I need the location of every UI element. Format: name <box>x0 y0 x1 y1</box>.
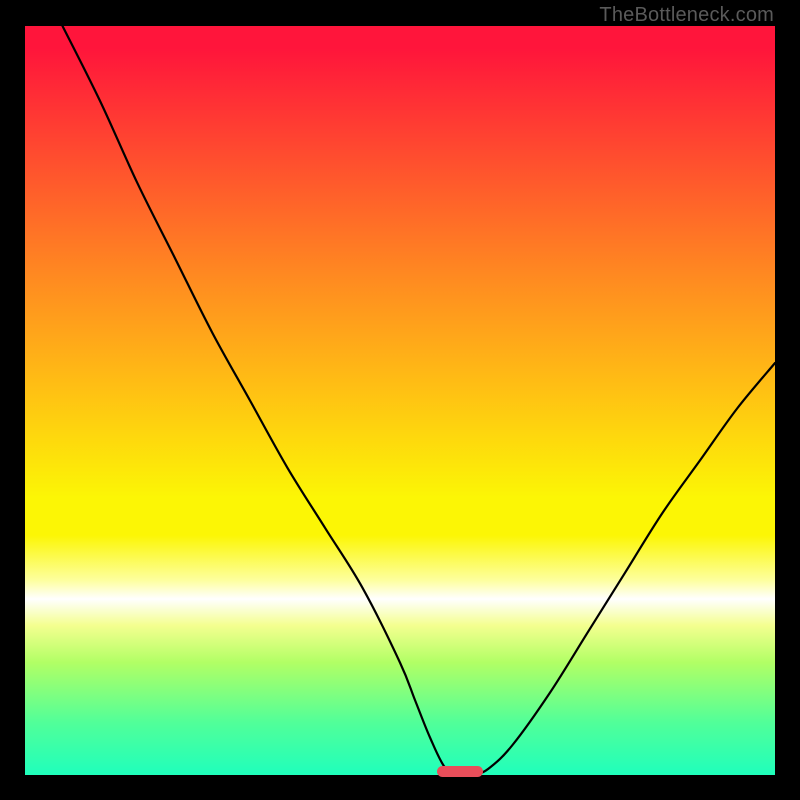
root-marker <box>437 766 483 777</box>
curve-path <box>63 26 776 775</box>
chart-container: TheBottleneck.com <box>0 0 800 800</box>
bottleneck-curve <box>25 26 775 775</box>
attribution-label: TheBottleneck.com <box>599 4 774 27</box>
